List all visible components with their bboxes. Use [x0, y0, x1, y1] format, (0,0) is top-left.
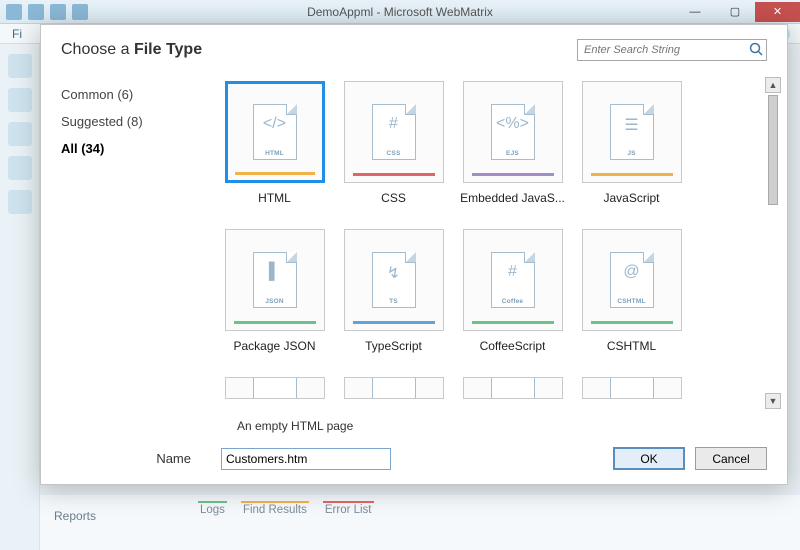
template-label: Embedded JavaS...: [460, 191, 565, 205]
qat-button[interactable]: [50, 4, 66, 20]
template-label: JavaScript: [603, 191, 659, 205]
category-item[interactable]: All (34): [61, 135, 211, 162]
quick-access-toolbar: [0, 4, 88, 20]
template-tile[interactable]: [574, 377, 689, 399]
template-label: CSS: [381, 191, 406, 205]
dialog-title: Choose a File Type: [61, 41, 202, 59]
output-tabs: Logs Find Results Error List: [200, 501, 800, 516]
ribbon-tab[interactable]: Fi: [12, 27, 22, 41]
page-icon: ☰JS: [610, 104, 654, 160]
gutter-icon[interactable]: [8, 190, 32, 214]
template-label: Package JSON: [233, 339, 315, 353]
dialog-body: Common (6)Suggested (8)All (34) </>HTML H…: [41, 71, 787, 415]
template-label: TypeScript: [365, 339, 422, 353]
template-thumb[interactable]: ▌JSON: [225, 229, 325, 331]
template-thumb[interactable]: </>HTML: [225, 81, 325, 183]
dialog-header: Choose a File Type: [41, 25, 787, 71]
scroll-thumb[interactable]: [768, 95, 778, 205]
page-icon: <%>EJS: [491, 104, 535, 160]
gutter-icon[interactable]: [8, 156, 32, 180]
output-tab[interactable]: Logs: [200, 501, 225, 516]
page-icon: [372, 377, 416, 399]
filename-input[interactable]: [221, 448, 391, 470]
category-item[interactable]: Suggested (8): [61, 108, 211, 135]
template-label: HTML: [258, 191, 291, 205]
template-tile[interactable]: ▌JSON Package JSON: [217, 229, 332, 353]
dialog-footer: Name OK Cancel: [41, 441, 787, 484]
left-gutter: [0, 44, 40, 550]
dialog-title-strong: File Type: [134, 41, 202, 58]
file-type-dialog: Choose a File Type Common (6)Suggested (…: [40, 24, 788, 485]
template-thumb[interactable]: [463, 377, 563, 399]
template-thumb[interactable]: @CSHTML: [582, 229, 682, 331]
category-item[interactable]: Common (6): [61, 81, 211, 108]
qat-button[interactable]: [6, 4, 22, 20]
scroll-track[interactable]: [768, 95, 778, 391]
page-icon: [610, 377, 654, 399]
search-box[interactable]: [577, 39, 767, 61]
template-tile[interactable]: #CSS CSS: [336, 81, 451, 205]
search-input[interactable]: [577, 39, 767, 61]
cancel-button[interactable]: Cancel: [695, 447, 767, 470]
dialog-title-prefix: Choose a: [61, 41, 134, 58]
page-icon: [253, 377, 297, 399]
page-icon: ↯TS: [372, 252, 416, 308]
template-grid-wrapper: </>HTML HTML #CSS CSS <%>EJS Embedded JavaS..…: [211, 71, 781, 415]
page-icon: @CSHTML: [610, 252, 654, 308]
name-label: Name: [61, 451, 211, 466]
template-tile[interactable]: <%>EJS Embedded JavaS...: [455, 81, 570, 205]
page-icon: </>HTML: [253, 104, 297, 160]
ok-button[interactable]: OK: [613, 447, 685, 470]
qat-button[interactable]: [72, 4, 88, 20]
template-tile[interactable]: [455, 377, 570, 399]
output-tab[interactable]: Find Results: [243, 501, 307, 516]
qat-button[interactable]: [28, 4, 44, 20]
template-thumb[interactable]: [344, 377, 444, 399]
output-tab[interactable]: Error List: [325, 501, 372, 516]
window-title: DemoAppml - Microsoft WebMatrix: [307, 5, 493, 19]
gutter-icon[interactable]: [8, 88, 32, 112]
template-tile[interactable]: ↯TS TypeScript: [336, 229, 451, 353]
scroll-up-button[interactable]: ▲: [765, 77, 781, 93]
close-button[interactable]: ✕: [755, 2, 800, 22]
template-grid: </>HTML HTML #CSS CSS <%>EJS Embedded JavaS..…: [211, 71, 781, 399]
template-thumb[interactable]: [225, 377, 325, 399]
category-list: Common (6)Suggested (8)All (34): [61, 71, 211, 415]
template-tile[interactable]: #Coffee CoffeeScript: [455, 229, 570, 353]
template-tile[interactable]: [336, 377, 451, 399]
template-thumb[interactable]: [582, 377, 682, 399]
page-icon: ▌JSON: [253, 252, 297, 308]
reports-label[interactable]: Reports: [54, 509, 96, 523]
window-buttons: — ▢ ✕: [675, 2, 800, 22]
template-tile[interactable]: [217, 377, 332, 399]
scrollbar[interactable]: ▲ ▼: [765, 77, 781, 409]
template-thumb[interactable]: #Coffee: [463, 229, 563, 331]
scroll-down-button[interactable]: ▼: [765, 393, 781, 409]
page-icon: #Coffee: [491, 252, 535, 308]
maximize-button[interactable]: ▢: [715, 2, 755, 22]
gutter-icon[interactable]: [8, 54, 32, 78]
page-icon: #CSS: [372, 104, 416, 160]
title-bar: DemoAppml - Microsoft WebMatrix — ▢ ✕: [0, 0, 800, 24]
template-thumb[interactable]: <%>EJS: [463, 81, 563, 183]
page-icon: [491, 377, 535, 399]
template-description: An empty HTML page: [41, 415, 787, 441]
template-tile[interactable]: ☰JS JavaScript: [574, 81, 689, 205]
search-icon[interactable]: [748, 41, 764, 57]
template-label: CoffeeScript: [480, 339, 546, 353]
template-thumb[interactable]: #CSS: [344, 81, 444, 183]
status-area: Reports Logs Find Results Error List: [40, 495, 800, 550]
minimize-button[interactable]: —: [675, 2, 715, 22]
template-tile[interactable]: </>HTML HTML: [217, 81, 332, 205]
template-thumb[interactable]: ↯TS: [344, 229, 444, 331]
template-thumb[interactable]: ☰JS: [582, 81, 682, 183]
template-tile[interactable]: @CSHTML CSHTML: [574, 229, 689, 353]
template-label: CSHTML: [607, 339, 656, 353]
gutter-icon[interactable]: [8, 122, 32, 146]
